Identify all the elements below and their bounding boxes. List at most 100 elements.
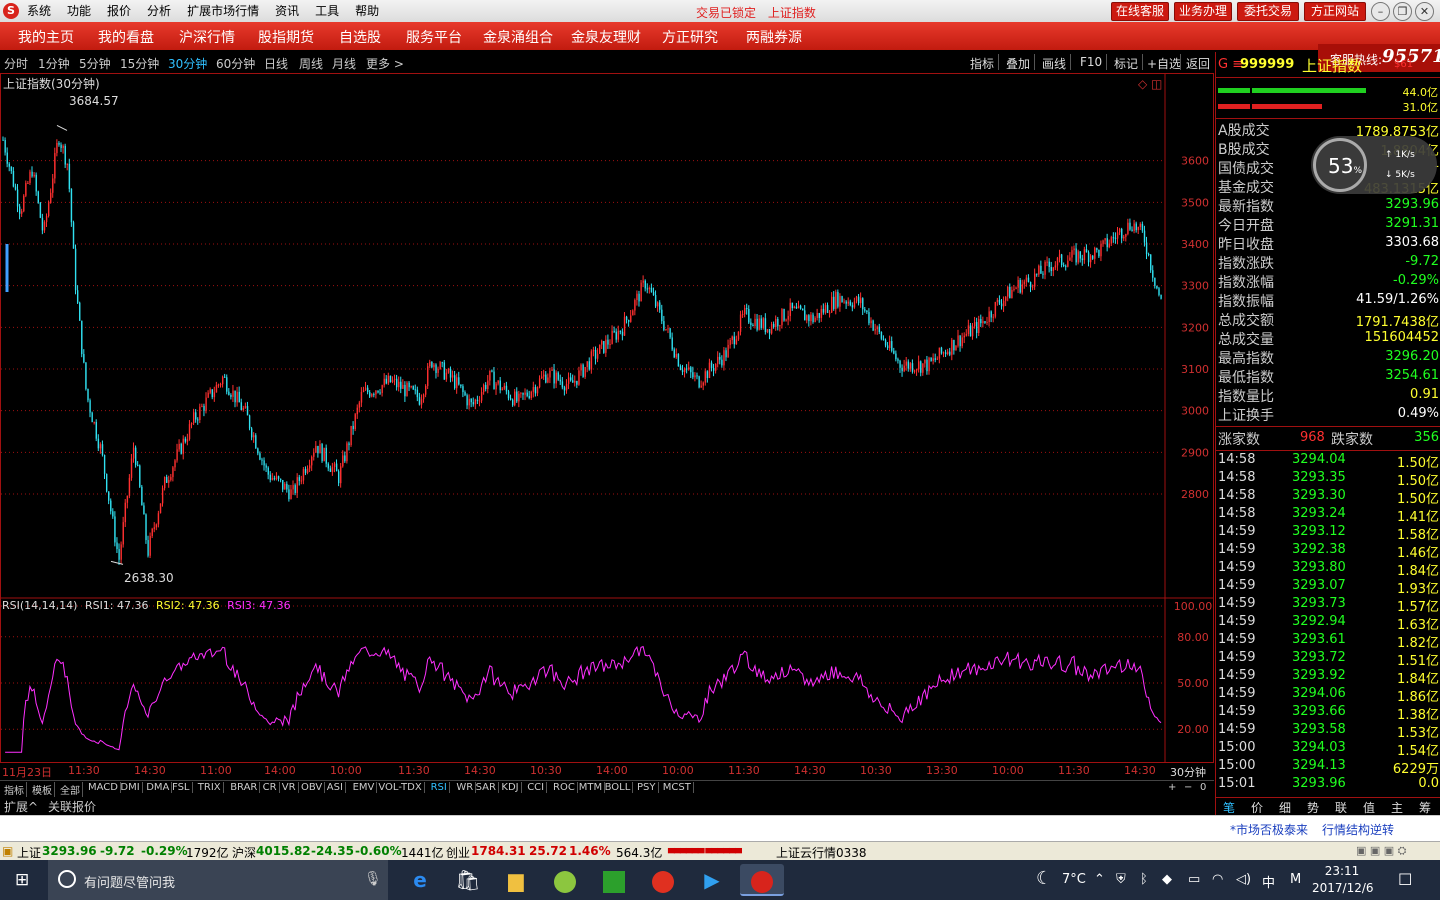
period-tab-active[interactable]: 30分钟 <box>168 55 207 72</box>
nav-market[interactable]: 沪深行情 <box>179 27 235 47</box>
network-app-icon[interactable]: ◆ <box>1162 872 1172 887</box>
right-tab[interactable]: 势 <box>1307 799 1319 816</box>
tool-back[interactable]: 返回 <box>1186 55 1210 72</box>
edge-browser-icon[interactable]: e <box>402 864 438 896</box>
menu-item[interactable]: 帮助 <box>355 3 379 19</box>
right-tab[interactable]: 笔 <box>1223 799 1235 816</box>
kline-chart[interactable]: 3600 3500 3400 3300 3200 3100 3000 2900 2800 100.… <box>1 74 1213 762</box>
indicator-tab[interactable]: CR <box>261 782 280 793</box>
indicator-control[interactable]: + <box>1166 782 1178 793</box>
website-button[interactable]: 方正网站 <box>1304 2 1366 21</box>
indicator-tab[interactable]: BRAR <box>228 782 261 793</box>
app-icon-green[interactable] <box>596 864 632 896</box>
menu-item[interactable]: 分析 <box>147 3 171 19</box>
tool-draw[interactable]: 画线 <box>1042 55 1066 72</box>
nav-watch[interactable]: 我的看盘 <box>98 27 154 47</box>
indicator-tab[interactable]: BOLL <box>603 782 634 793</box>
online-service-button[interactable]: 在线客服 <box>1111 2 1169 21</box>
nav-margin[interactable]: 两融券源 <box>746 27 802 47</box>
indicator-tab[interactable]: FSL <box>170 782 193 793</box>
indicator-tab[interactable]: TRIX <box>196 782 224 793</box>
right-tab[interactable]: 细 <box>1279 799 1291 816</box>
indicator-tab[interactable]: ROC <box>551 782 578 793</box>
right-tab[interactable]: 筹 <box>1419 799 1431 816</box>
volume-icon[interactable]: ◁) <box>1236 872 1251 887</box>
nav-favorites[interactable]: 自选股 <box>339 27 381 47</box>
menu-item[interactable]: 功能 <box>67 3 91 19</box>
menu-item[interactable]: 扩展市场行情 <box>187 3 259 19</box>
wifi-icon[interactable]: ◠ <box>1212 872 1223 887</box>
nav-futures[interactable]: 股指期货 <box>258 27 314 47</box>
indicator-tab[interactable]: KDJ <box>499 782 522 793</box>
right-tab[interactable]: 值 <box>1363 799 1375 816</box>
indicator-tab[interactable]: PSY <box>635 782 659 793</box>
period-tab[interactable]: 15分钟 <box>120 55 159 72</box>
indicator-tab[interactable]: DMA <box>144 782 173 793</box>
indicator-tab[interactable]: CCI <box>525 782 548 793</box>
trade-button[interactable]: 委托交易 <box>1237 2 1299 21</box>
period-tab[interactable]: 1分钟 <box>38 55 70 72</box>
windows-start-icon[interactable]: ⊞ <box>15 871 33 889</box>
indicator-tab[interactable]: MTM <box>577 782 606 793</box>
period-tab[interactable]: 分时 <box>4 55 28 72</box>
network-gauge[interactable]: 53% ↑ 1K/s ↓ 5K/s <box>1311 136 1437 194</box>
tool-mark[interactable]: 标记 <box>1114 55 1138 72</box>
period-tab[interactable]: 60分钟 <box>216 55 255 72</box>
notification-icon[interactable]: ☐ <box>1398 870 1412 889</box>
app-icon-mascot[interactable] <box>645 864 681 896</box>
indicator-control[interactable]: − <box>1182 782 1194 793</box>
tool-overlay[interactable]: 叠加 <box>1006 55 1030 72</box>
chart-settings-icon[interactable]: ◇ ◫ <box>1138 77 1162 91</box>
nav-portfolio[interactable]: 金泉涌组合 <box>483 27 553 47</box>
chevron-up-icon[interactable]: ⌃ <box>1094 872 1105 887</box>
trading-app-icon[interactable] <box>740 864 784 896</box>
news-item[interactable]: 行情结构逆转 <box>1322 821 1394 838</box>
indicator-tab[interactable]: VR <box>280 782 299 793</box>
indicator-tab[interactable]: ASI <box>325 782 346 793</box>
news-item[interactable]: *市场否极泰来 <box>1230 821 1308 838</box>
right-tab[interactable]: 价 <box>1251 799 1263 816</box>
indicator-control[interactable]: 0 <box>1198 782 1208 793</box>
nav-home[interactable]: 我的主页 <box>18 27 74 47</box>
app-icon-globe[interactable] <box>547 864 583 896</box>
restore-icon[interactable]: ❐ <box>1393 2 1412 21</box>
period-more[interactable]: 更多 > <box>366 55 404 72</box>
period-tab[interactable]: 日线 <box>264 55 288 72</box>
system-clock[interactable]: 23:11 2017/12/6 <box>1312 863 1374 897</box>
minimize-icon[interactable]: – <box>1371 2 1390 21</box>
menu-item[interactable]: 工具 <box>315 3 339 19</box>
ime-indicator[interactable]: 中 <box>1262 872 1275 891</box>
search-box[interactable]: 有问题尽管问我 🎙 <box>48 860 388 900</box>
period-tab[interactable]: 5分钟 <box>79 55 111 72</box>
tool-indicator[interactable]: 指标 <box>970 55 994 72</box>
menu-item[interactable]: 资讯 <box>275 3 299 19</box>
indicator-tab[interactable]: OBV <box>299 782 326 793</box>
expand-button[interactable]: 扩展^ <box>4 798 38 815</box>
right-tab[interactable]: 联 <box>1335 799 1347 816</box>
nav-research[interactable]: 方正研究 <box>662 27 718 47</box>
indicator-tab[interactable]: 模板 <box>30 782 55 797</box>
video-app-icon[interactable]: ▶ <box>694 864 730 896</box>
menu-item[interactable]: 报价 <box>107 3 131 19</box>
nav-service[interactable]: 服务平台 <box>406 27 462 47</box>
indicator-tab[interactable]: RSI <box>429 782 450 793</box>
menu-item[interactable]: 系统 <box>27 3 51 19</box>
battery-icon[interactable]: ▭ <box>1188 872 1200 887</box>
indicator-tab[interactable]: 全部 <box>58 782 83 797</box>
store-icon[interactable]: 🛍 <box>450 864 486 896</box>
shield-icon[interactable]: ⛨ <box>1116 872 1126 887</box>
indicator-tab[interactable]: MACD <box>86 782 121 793</box>
period-tab[interactable]: 月线 <box>332 55 356 72</box>
indicator-tab[interactable]: EMV <box>351 782 378 793</box>
tool-f10[interactable]: F10 <box>1080 55 1102 69</box>
indicator-tab[interactable]: 指标 <box>2 782 27 797</box>
ime-mode[interactable]: M <box>1290 872 1301 887</box>
chart-panel[interactable]: 3600 3500 3400 3300 3200 3100 3000 2900 2800 100.… <box>0 73 1214 763</box>
related-quotes-button[interactable]: 关联报价 <box>48 798 96 815</box>
right-tab[interactable]: 主 <box>1391 799 1403 816</box>
file-explorer-icon[interactable]: ▆ <box>498 864 534 896</box>
indicator-tab[interactable]: MCST <box>661 782 694 793</box>
status-tray-icons[interactable]: ▣ ▣ ▣ ⛭ <box>1356 844 1406 858</box>
bluetooth-icon[interactable]: ᛒ <box>1140 872 1148 887</box>
microphone-icon[interactable]: 🎙 <box>364 871 382 887</box>
